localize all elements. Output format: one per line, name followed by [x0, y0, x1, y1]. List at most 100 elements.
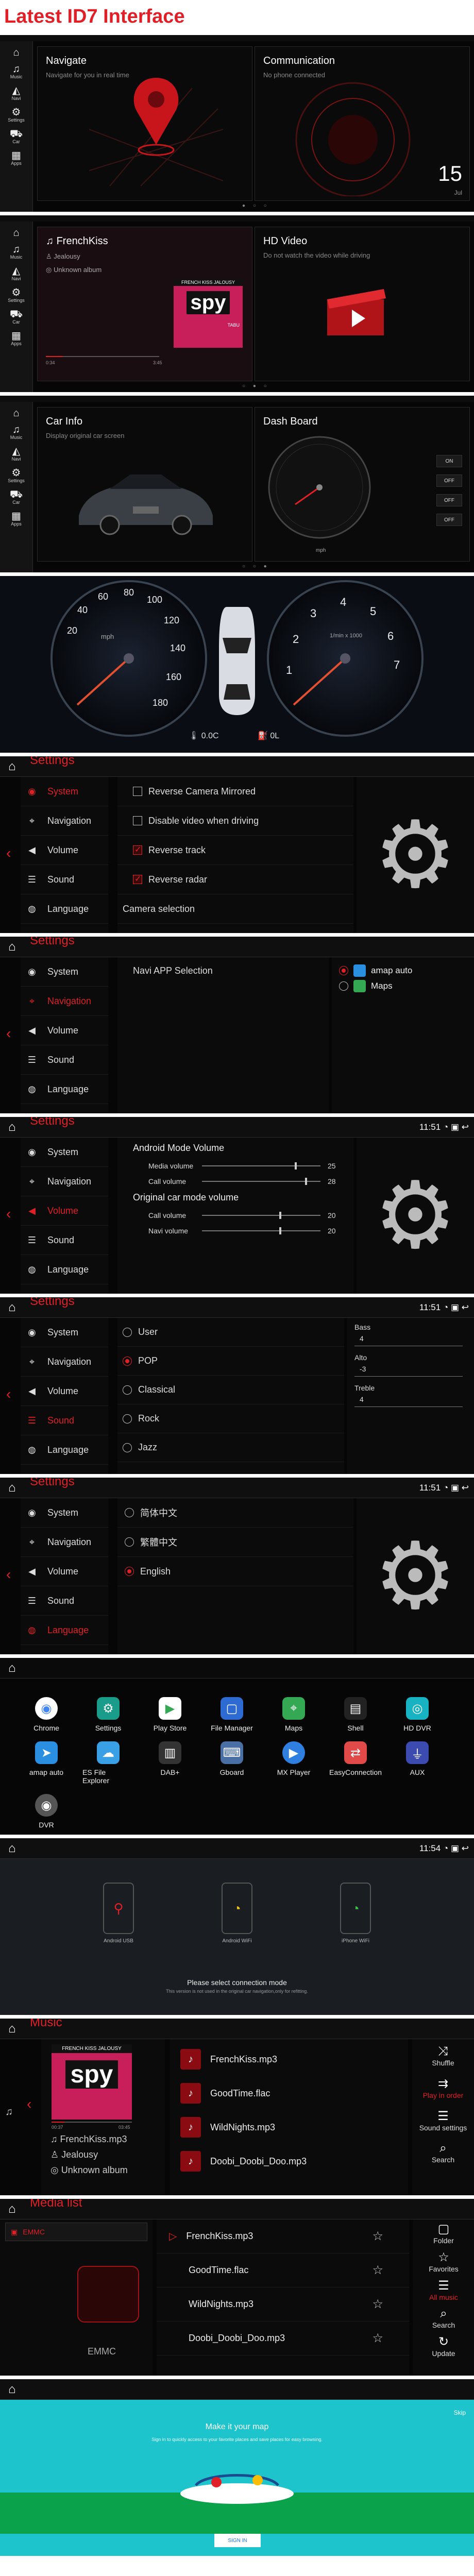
app-settings[interactable]: ⚙ Settings	[82, 1697, 134, 1732]
app-chrome[interactable]: ◉ Chrome	[21, 1697, 72, 1732]
back-arrow-icon[interactable]: ‹	[6, 845, 11, 861]
sidebar-item-navi[interactable]: ◭ Navi	[0, 266, 32, 281]
sidebar-item-car[interactable]: ⛟ Car	[0, 129, 32, 144]
nav-volume[interactable]: ◀ Volume	[21, 1016, 108, 1045]
dashboard-card[interactable]: Dash Board mph ON OFF OFF OFF	[255, 407, 470, 562]
option-reverse-radar[interactable]: Reverse radar	[117, 865, 353, 894]
star-icon[interactable]: ☆	[372, 2331, 383, 2346]
track-item[interactable]: GoodTime.flac ☆	[157, 2253, 409, 2287]
sound-settings-button[interactable]: ☰ Sound settings	[412, 2109, 474, 2132]
mode-classical[interactable]: Classical	[117, 1376, 344, 1404]
sidebar-item-car[interactable]: ⛟ Car	[0, 489, 32, 505]
home-icon[interactable]: ⌂	[8, 1842, 16, 1855]
progress-bar[interactable]	[52, 2122, 132, 2123]
folder-button[interactable]: ▢ Folder	[413, 2222, 474, 2245]
nav-sound[interactable]: ☰ Sound	[21, 1406, 108, 1435]
sidebar-item-music[interactable]: ♫ Music	[0, 64, 32, 79]
app-hd-dvr[interactable]: ◎ HD DVR	[392, 1697, 443, 1732]
track-item[interactable]: ♪ FrenchKiss.mp3	[170, 2042, 408, 2076]
media-volume-slider[interactable]: Media volume 25	[117, 1158, 353, 1174]
sidebar-item-navi[interactable]: ◭ Navi	[0, 86, 32, 101]
radio-selected[interactable]	[123, 1356, 132, 1366]
mode-user[interactable]: User	[117, 1318, 344, 1347]
nav-language[interactable]: ◍ Language	[21, 1435, 108, 1465]
nav-sound[interactable]: ☰ Sound	[21, 1586, 108, 1616]
shuffle-button[interactable]: ⤨ Shuffle	[412, 2044, 474, 2067]
nav-volume[interactable]: ◀ Volume	[21, 1557, 108, 1586]
back-arrow-icon[interactable]: ‹	[6, 1386, 11, 1402]
home-icon[interactable]: ⌂	[8, 2203, 16, 2215]
toggle-2[interactable]: OFF	[436, 474, 462, 487]
search-button[interactable]: ⌕ Search	[413, 2307, 474, 2329]
return-icon[interactable]: ↩	[462, 1843, 469, 1853]
communication-card[interactable]: Communication No phone connected 15 Jul	[255, 46, 470, 201]
home-icon[interactable]: ⌂	[8, 1482, 16, 1494]
car-info-card[interactable]: Car Info Display original car screen	[37, 407, 252, 562]
sidebar-item-home[interactable]: ⌂	[0, 408, 32, 418]
nav-system[interactable]: ◉ System	[21, 1498, 108, 1528]
app-file-manager[interactable]: ▢ File Manager	[206, 1697, 258, 1732]
hd-video-card[interactable]: HD Video Do not watch the video while dr…	[255, 227, 470, 381]
search-button[interactable]: ⌕ Search	[412, 2141, 474, 2164]
sidebar-item-music[interactable]: ♫ Music	[0, 425, 32, 440]
nav-navigation[interactable]: ⌖ Navigation	[21, 987, 108, 1016]
lang-simplified-chinese[interactable]: 简体中文	[117, 1498, 353, 1528]
sidebar-item-home[interactable]: ⌂	[0, 47, 32, 58]
nav-sound[interactable]: ☰ Sound	[21, 865, 108, 894]
option-android-wifi[interactable]: ◔ Android WiFi	[222, 1883, 252, 1944]
sidebar-item-apps[interactable]: ▦ Apps	[0, 150, 32, 166]
sidebar-item-music[interactable]: ♫ Music	[0, 244, 32, 260]
eq-bass[interactable]: Bass 4	[354, 1323, 463, 1346]
radio[interactable]	[123, 1385, 132, 1395]
sidebar-item-settings[interactable]: ⚙ Settings	[0, 468, 32, 483]
track-item[interactable]: Doobi_Doobi_Doo.mp3 ☆	[157, 2321, 409, 2355]
checkbox[interactable]	[133, 816, 142, 825]
nav-language[interactable]: ◍ Language	[21, 1255, 108, 1284]
option-iphone-wifi[interactable]: ◔ iPhone WiFi	[340, 1883, 371, 1944]
home-icon[interactable]: ⌂	[8, 1121, 16, 1133]
app-dvr[interactable]: ◉ DVR	[21, 1794, 72, 1829]
star-icon[interactable]: ☆	[372, 2263, 383, 2278]
lang-traditional-chinese[interactable]: 繁體中文	[117, 1528, 353, 1557]
home-icon[interactable]: ⌂	[8, 1662, 16, 1674]
app-dab[interactable]: ▥ DAB+	[144, 1741, 196, 1785]
sidebar-item-home[interactable]: ⌂	[0, 228, 32, 238]
track-item[interactable]: WildNights.mp3 ☆	[157, 2287, 409, 2321]
mode-jazz[interactable]: Jazz	[117, 1433, 344, 1462]
home-icon[interactable]: ⌂	[8, 760, 16, 773]
checkbox-checked[interactable]	[133, 844, 142, 855]
sidebar-item-settings[interactable]: ⚙ Settings	[0, 287, 32, 303]
nav-volume[interactable]: ◀ Volume	[21, 836, 108, 865]
mode-rock[interactable]: Rock	[117, 1404, 344, 1433]
sidebar-item-navi[interactable]: ◭ Navi	[0, 446, 32, 462]
app-gboard[interactable]: ⌨ Gboard	[206, 1741, 258, 1785]
option-reverse-track[interactable]: Reverse track	[117, 836, 353, 865]
app-mx-player[interactable]: ▶ MX Player	[268, 1741, 319, 1785]
toggle-3[interactable]: OFF	[436, 494, 462, 506]
radio[interactable]	[123, 1327, 132, 1337]
sidebar-item-car[interactable]: ⛟ Car	[0, 309, 32, 325]
back-arrow-icon[interactable]: ‹	[6, 1566, 11, 1583]
radio-selected[interactable]	[339, 966, 348, 975]
skip-button[interactable]: Skip	[454, 2409, 466, 2416]
play-order-button[interactable]: ⇉ Play in order	[412, 2076, 474, 2099]
nav-sound[interactable]: ☰ Sound	[21, 1045, 108, 1075]
nav-system[interactable]: ◉ System	[21, 777, 108, 806]
nav-system[interactable]: ◉ System	[21, 957, 108, 987]
sidebar-item-apps[interactable]: ▦ Apps	[0, 331, 32, 346]
orig-call-volume-slider[interactable]: Call volume 20	[117, 1208, 353, 1223]
app-maps[interactable]: ⌖ Maps	[268, 1697, 319, 1732]
option-camera-selection[interactable]: Camera selection	[117, 894, 353, 924]
radio-selected[interactable]	[125, 1567, 134, 1576]
option-reverse-camera-mirrored[interactable]: Reverse Camera Mirrored	[117, 777, 353, 806]
nav-language[interactable]: ◍ Language	[21, 894, 108, 924]
back-arrow-icon[interactable]: ‹	[6, 1025, 11, 1042]
nav-navigation[interactable]: ⌖ Navigation	[21, 1347, 108, 1377]
progress-bar[interactable]	[46, 356, 159, 357]
star-icon[interactable]: ☆	[372, 2297, 383, 2312]
home-icon[interactable]: ⌂	[8, 2023, 16, 2035]
home-icon[interactable]: ⌂	[8, 2383, 16, 2396]
radio[interactable]	[339, 981, 348, 991]
app-play-store[interactable]: ▶ Play Store	[144, 1697, 196, 1732]
nav-navigation[interactable]: ⌖ Navigation	[21, 1528, 108, 1557]
